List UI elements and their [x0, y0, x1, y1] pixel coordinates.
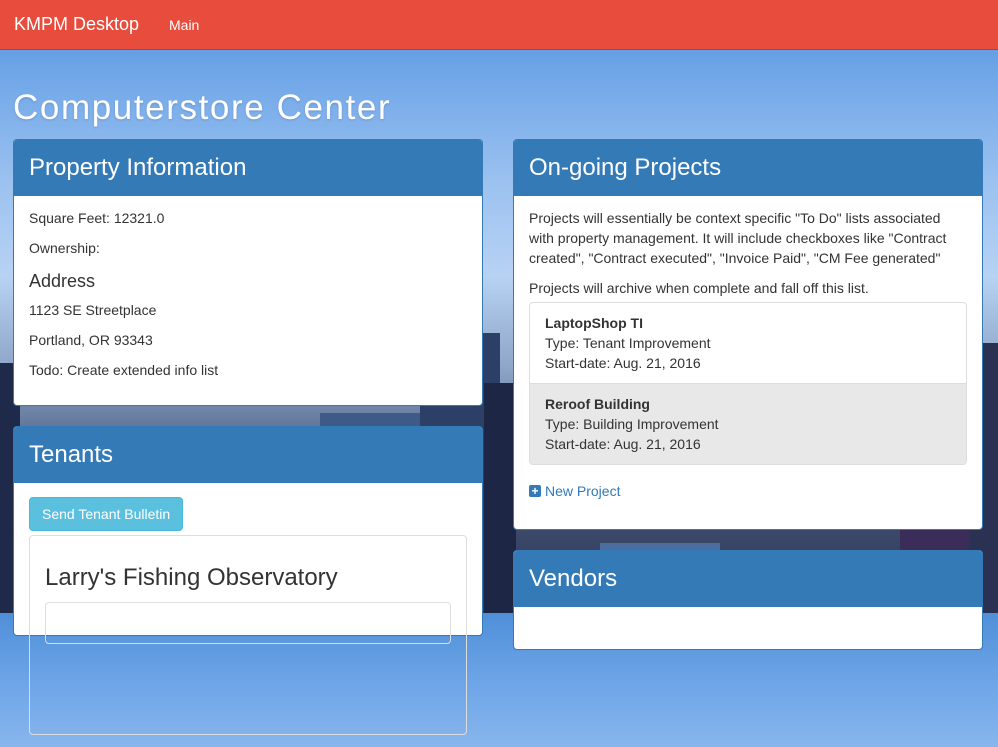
property-info-panel: Property Information Square Feet: 12321.… [13, 139, 483, 406]
tenants-body: Send Tenant Bulletin Larry's Fishing Obs… [14, 483, 482, 747]
todo-text: Todo: Create extended info list [29, 362, 219, 378]
tenant-name: Larry's Fishing Observatory [45, 564, 338, 591]
send-tenant-bulletin-button[interactable]: Send Tenant Bulletin [29, 497, 184, 531]
ownership-text: Ownership: [29, 240, 100, 256]
new-project-link[interactable]: + New Project [529, 483, 967, 499]
projects-body: Projects will essentially be context spe… [514, 196, 982, 511]
new-project-label: New Project [545, 483, 621, 499]
projects-description: Projects will essentially be context spe… [529, 210, 947, 266]
project-name: LaptopShop TI [545, 315, 643, 331]
tenant-card: Larry's Fishing Observatory [29, 535, 467, 735]
project-list: LaptopShop TI Type: Tenant Improvement S… [529, 302, 967, 465]
project-item[interactable]: Reroof Building Type: Building Improveme… [530, 383, 966, 464]
square-feet-text: Square Feet: 12321.0 [29, 210, 165, 226]
project-start-date: Start-date: Aug. 21, 2016 [545, 355, 701, 371]
project-type: Type: Building Improvement [545, 416, 719, 432]
tenant-detail-box [45, 602, 451, 644]
projects-heading: On-going Projects [514, 140, 982, 196]
navbar-brand[interactable]: KMPM Desktop [14, 14, 139, 35]
project-name: Reroof Building [545, 396, 650, 412]
top-navbar: KMPM Desktop Main [0, 0, 998, 50]
vendors-panel: Vendors [513, 550, 983, 650]
address-heading: Address [29, 271, 96, 291]
plus-square-icon: + [529, 485, 541, 497]
nav-link-main[interactable]: Main [169, 17, 199, 33]
tenants-panel: Tenants Send Tenant Bulletin Larry's Fis… [13, 426, 483, 735]
city-state-text: Portland, OR 93343 [29, 332, 153, 348]
projects-archive-note: Projects will archive when complete and … [529, 280, 869, 296]
project-type: Type: Tenant Improvement [545, 335, 711, 351]
vendors-heading: Vendors [514, 551, 982, 607]
street-text: 1123 SE Streetplace [29, 302, 157, 318]
projects-panel: On-going Projects Projects will essentia… [513, 139, 983, 530]
tenants-heading: Tenants [14, 427, 482, 483]
page-title: Computerstore Center [13, 88, 392, 127]
property-info-heading: Property Information [14, 140, 482, 196]
project-start-date: Start-date: Aug. 21, 2016 [545, 436, 701, 452]
property-info-body: Square Feet: 12321.0 Ownership: Address … [14, 196, 482, 402]
project-item[interactable]: LaptopShop TI Type: Tenant Improvement S… [530, 303, 966, 383]
